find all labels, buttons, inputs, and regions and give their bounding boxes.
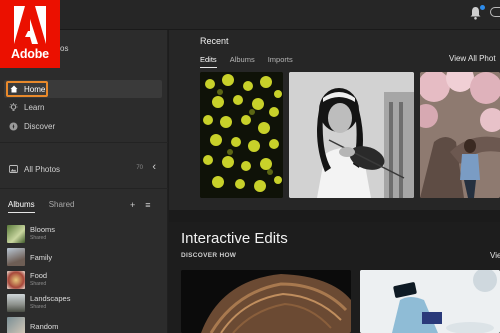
profile-icon[interactable] xyxy=(490,7,500,17)
album-status: Shared xyxy=(30,235,47,241)
album-thumbnail xyxy=(7,317,25,333)
album-name: Food xyxy=(30,271,48,280)
interactive-edit-card-hair[interactable] xyxy=(181,270,351,333)
album-status: Shared xyxy=(30,281,47,287)
view-all-photos-link[interactable]: View All Phot xyxy=(449,54,496,63)
adobe-mark-icon xyxy=(14,6,46,44)
tab-shared[interactable]: Shared xyxy=(49,200,75,213)
album-name: Landscapes xyxy=(30,294,71,303)
photos-icon xyxy=(9,165,18,174)
tab-edits[interactable]: Edits xyxy=(200,55,217,68)
main-content: Recent Edits Albums Imports View All Pho… xyxy=(169,30,500,333)
album-thumbnail xyxy=(7,225,25,243)
app-title: os xyxy=(60,44,69,53)
top-bar xyxy=(0,0,500,30)
tab-albums[interactable]: Albums xyxy=(230,55,255,68)
sidebar-item-label: Home xyxy=(24,84,46,94)
lightbulb-icon xyxy=(9,102,18,112)
view-all-edits-link[interactable]: Vie xyxy=(490,251,500,260)
sidebar-item-discover[interactable]: Discover xyxy=(4,117,162,135)
album-tabs: Albums Shared xyxy=(8,200,74,213)
recent-tabs: Edits Albums Imports xyxy=(200,55,293,68)
album-item-landscapes[interactable]: Landscapes Shared xyxy=(7,293,157,313)
add-album-button[interactable]: + xyxy=(130,200,135,210)
album-name: Random xyxy=(30,321,59,331)
section-divider xyxy=(169,210,500,222)
home-icon xyxy=(9,85,18,94)
album-name: Blooms xyxy=(30,225,56,234)
interactive-edit-card-bottle[interactable] xyxy=(360,270,500,333)
sidebar-item-home[interactable]: Home xyxy=(4,80,162,98)
section-title-recent: Recent xyxy=(200,36,229,46)
compass-icon xyxy=(9,122,18,131)
adobe-wordmark: Adobe xyxy=(11,47,49,61)
recent-photo-violinist[interactable] xyxy=(289,72,414,198)
tab-imports[interactable]: Imports xyxy=(268,55,293,68)
album-item-random[interactable]: Random xyxy=(7,316,157,333)
discover-how-label: DISCOVER HOW xyxy=(181,252,237,259)
adobe-logo: Adobe xyxy=(0,0,60,68)
sidebar-item-label: Discover xyxy=(24,121,56,131)
tab-albums[interactable]: Albums xyxy=(8,200,35,213)
album-thumbnail xyxy=(7,294,25,312)
photo-count: 70 xyxy=(136,165,143,171)
section-title-interactive-edits: Interactive Edits xyxy=(181,230,288,247)
album-tools: + ≡ xyxy=(130,200,151,210)
album-item-blooms[interactable]: Blooms Shared xyxy=(7,224,157,244)
divider xyxy=(0,188,168,189)
album-item-family[interactable]: Family xyxy=(7,247,157,267)
sidebar: os Home Learn Discover All Photos 70 ‹ A… xyxy=(0,30,168,333)
album-item-food[interactable]: Food Shared xyxy=(7,270,157,290)
album-name: Family xyxy=(30,252,53,262)
album-thumbnail xyxy=(7,271,25,289)
sort-icon[interactable]: ≡ xyxy=(145,200,150,210)
album-status: Shared xyxy=(30,304,47,310)
recent-photo-blossoms[interactable] xyxy=(420,72,500,198)
sidebar-item-learn[interactable]: Learn xyxy=(4,98,162,116)
notification-dot xyxy=(480,5,485,10)
sidebar-item-label: All Photos xyxy=(24,164,61,174)
recent-photo-leaves[interactable] xyxy=(200,72,283,198)
chevron-left-icon[interactable]: ‹ xyxy=(152,161,156,173)
divider xyxy=(0,142,168,143)
recent-panel: Recent Edits Albums Imports View All Pho… xyxy=(169,30,500,210)
album-thumbnail xyxy=(7,248,25,266)
sidebar-item-label: Learn xyxy=(24,102,45,112)
